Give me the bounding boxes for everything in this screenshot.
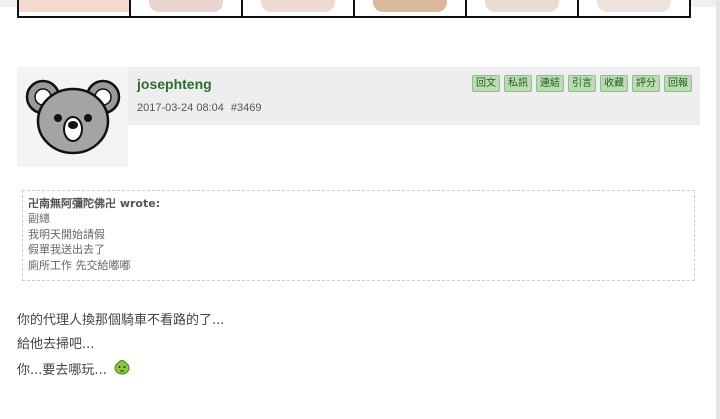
private-message-button[interactable]: 私訊 bbox=[504, 75, 532, 92]
quote-line: 廁所工作 先交給嘟嘟 bbox=[28, 258, 131, 272]
quote-block: 卍南無阿彌陀佛卍 wrote: 副總 我明天開始請假 假單我送出去了 廁所工作 … bbox=[22, 190, 695, 281]
post-body-line-last: 你...要去哪玩... bbox=[17, 357, 224, 381]
quote-author: 卍南無阿彌陀佛卍 wrote: bbox=[28, 197, 161, 210]
username-link[interactable]: josephteng bbox=[137, 76, 212, 92]
page-scrollbar[interactable] bbox=[716, 0, 720, 419]
thumbnail-strip bbox=[17, 0, 691, 18]
report-button[interactable]: 回報 bbox=[664, 75, 692, 92]
link-button[interactable]: 連結 bbox=[536, 75, 564, 92]
quote-line: 副總 bbox=[28, 212, 50, 225]
rate-button[interactable]: 評分 bbox=[632, 75, 660, 92]
quote-button[interactable]: 引言 bbox=[568, 75, 596, 92]
thumbnail-image[interactable] bbox=[355, 0, 467, 16]
avatar[interactable] bbox=[17, 67, 128, 167]
post-actions: 回文 私訊 連結 引言 收藏 評分 回報 bbox=[472, 75, 692, 92]
post-header: josephteng 2017-03-24 08:04 #3469 回文 私訊 … bbox=[128, 67, 700, 125]
green-blob-emoji-icon bbox=[113, 357, 131, 384]
quote-line: 假單我送出去了 bbox=[28, 243, 105, 256]
post-body-line: 你的代理人換那個騎車不看路的了... bbox=[17, 313, 225, 328]
post-number-link[interactable]: #3469 bbox=[231, 102, 262, 114]
post-body-line: 給他去掃吧... bbox=[17, 337, 95, 352]
koala-avatar-icon bbox=[25, 79, 121, 155]
post-body: 你的代理人換那個騎車不看路的了... 給他去掃吧... 你...要去哪玩... bbox=[17, 309, 224, 381]
post-body-line-text: 你...要去哪玩... bbox=[17, 363, 107, 378]
post-meta: 2017-03-24 08:04 #3469 bbox=[137, 102, 266, 114]
thumbnail-image[interactable] bbox=[467, 0, 579, 16]
post-date: 2017-03-24 08:04 bbox=[137, 102, 224, 114]
reply-button[interactable]: 回文 bbox=[472, 75, 500, 92]
thumbnail-image[interactable] bbox=[243, 0, 355, 16]
thumbnail-image[interactable] bbox=[131, 0, 243, 16]
thumbnail-image[interactable] bbox=[19, 0, 131, 16]
bookmark-button[interactable]: 收藏 bbox=[600, 75, 628, 92]
thumbnail-image[interactable] bbox=[579, 0, 689, 16]
quote-line: 我明天開始請假 bbox=[28, 227, 105, 241]
